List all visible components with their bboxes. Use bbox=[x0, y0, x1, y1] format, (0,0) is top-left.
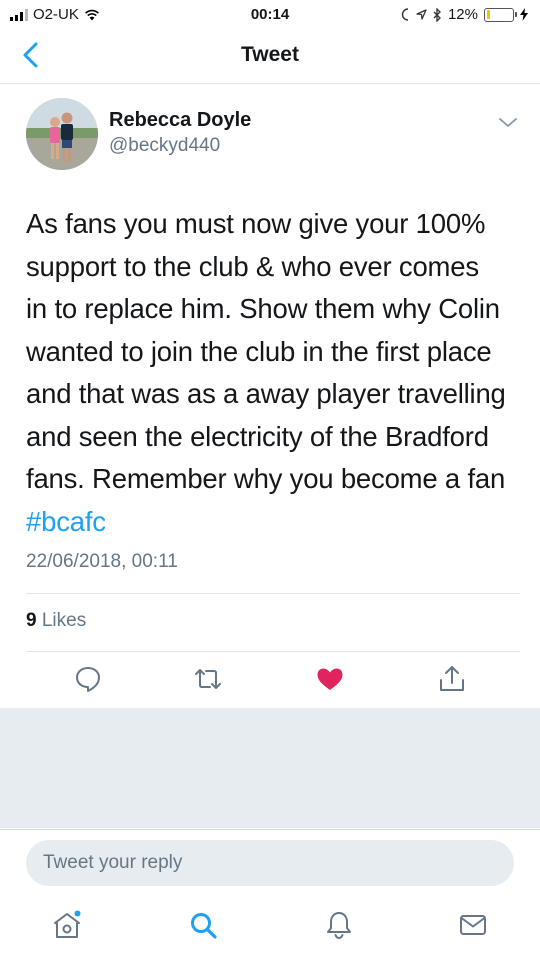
likes-count[interactable]: 9 Likes bbox=[26, 610, 86, 632]
author-handle[interactable]: @beckyd440 bbox=[109, 135, 220, 157]
tab-bar bbox=[0, 894, 540, 960]
status-bar: O2-UK 00:14 12% bbox=[0, 0, 540, 30]
avatar[interactable] bbox=[26, 98, 98, 170]
battery-icon bbox=[484, 7, 517, 22]
tweet-line: As fans you must now give your 100% bbox=[26, 208, 486, 239]
divider bbox=[26, 651, 520, 652]
reply-icon[interactable] bbox=[73, 664, 103, 694]
charging-icon bbox=[520, 8, 528, 21]
search-icon[interactable] bbox=[188, 910, 218, 940]
bluetooth-icon bbox=[433, 7, 441, 22]
status-right: 12% bbox=[400, 6, 528, 23]
tweet-line: and seen the electricity of the Bradford bbox=[26, 420, 489, 452]
chevron-down-icon[interactable] bbox=[497, 116, 519, 130]
nav-bar: Tweet bbox=[0, 30, 540, 84]
replies-area bbox=[0, 708, 540, 828]
battery-percent: 12% bbox=[447, 6, 478, 23]
likes-label: Likes bbox=[41, 610, 87, 631]
like-icon[interactable] bbox=[315, 664, 345, 694]
battery-level bbox=[486, 10, 490, 19]
share-icon[interactable] bbox=[437, 664, 467, 694]
reply-bar bbox=[0, 829, 540, 894]
tweet-line: and that was as a away player travelling bbox=[26, 378, 506, 409]
author-name[interactable]: Rebecca Doyle bbox=[109, 109, 251, 132]
reply-input[interactable] bbox=[26, 840, 514, 886]
tweet-line: fans. Remember why you become a fan bbox=[26, 463, 506, 494]
tweet-line: in to replace him. Show them why Colin bbox=[26, 293, 500, 324]
likes-number: 9 bbox=[26, 610, 37, 631]
tweet-text: As fans you must now give your 100% supp… bbox=[26, 203, 526, 543]
tweet-line: support to the club & who ever comes bbox=[26, 250, 479, 282]
retweet-icon[interactable] bbox=[193, 664, 223, 694]
avatar-photo bbox=[26, 98, 98, 170]
hashtag-link[interactable]: #bcafc bbox=[26, 501, 526, 544]
tweet-line: wanted to join the club in the first pla… bbox=[26, 335, 492, 367]
home-icon[interactable] bbox=[52, 910, 82, 940]
location-icon bbox=[416, 9, 427, 20]
messages-icon[interactable] bbox=[458, 910, 488, 940]
tweet-timestamp: 22/06/2018, 00:11 bbox=[26, 551, 178, 572]
moon-icon bbox=[401, 8, 409, 21]
page-title: Tweet bbox=[241, 43, 299, 66]
notifications-icon[interactable] bbox=[324, 910, 354, 940]
divider bbox=[26, 593, 520, 594]
